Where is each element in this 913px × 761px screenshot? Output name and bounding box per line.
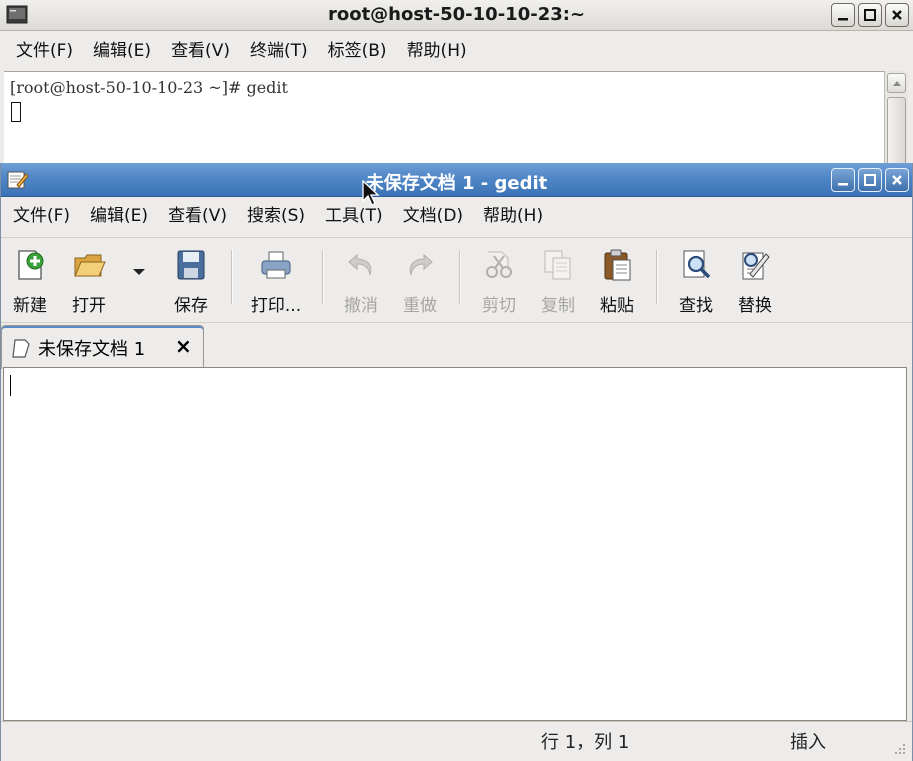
terminal-titlebar[interactable]: root@host-50-10-10-23:~ xyxy=(0,0,913,31)
terminal-menubar: 文件(F) 编辑(E) 查看(V) 终端(T) 标签(B) 帮助(H) xyxy=(6,36,477,66)
undo-label: 撤消 xyxy=(344,296,378,316)
paste-label: 粘贴 xyxy=(600,296,634,316)
document-tab[interactable]: 未保存文档 1 × xyxy=(1,325,204,369)
insert-mode-indicator[interactable]: 插入 xyxy=(790,728,826,754)
tab-close-button[interactable]: × xyxy=(175,334,192,358)
terminal-prompt-line: [root@host-50-10-10-23 ~]# gedit xyxy=(10,78,288,97)
arrow-up-icon xyxy=(892,81,901,86)
undo-button[interactable]: 撤消 xyxy=(333,248,389,316)
paste-button[interactable]: 粘贴 xyxy=(589,248,645,316)
maximize-icon xyxy=(864,9,876,21)
close-icon xyxy=(892,10,902,20)
minimize-icon xyxy=(838,183,848,186)
gedit-minimize-button[interactable] xyxy=(831,168,855,192)
find-icon xyxy=(683,250,711,279)
save-label: 保存 xyxy=(174,296,208,316)
menu-search[interactable]: 搜索(S) xyxy=(237,201,315,231)
close-icon xyxy=(892,175,902,185)
replace-label: 替换 xyxy=(738,296,772,316)
terminal-scrollbar[interactable] xyxy=(884,71,908,175)
find-button[interactable]: 查找 xyxy=(668,248,724,316)
open-recent-dropdown[interactable] xyxy=(129,262,149,282)
terminal-menu-file[interactable]: 文件(F) xyxy=(6,36,83,66)
terminal-menu-view[interactable]: 查看(V) xyxy=(161,36,240,66)
maximize-icon xyxy=(864,174,876,186)
copy-button[interactable]: 复制 xyxy=(530,248,586,316)
gedit-maximize-button[interactable] xyxy=(858,168,882,192)
redo-icon xyxy=(409,253,433,276)
terminal-close-button[interactable] xyxy=(885,3,909,27)
gedit-titlebar[interactable]: 未保存文档 1 - gedit xyxy=(1,163,912,197)
clipboard-icon xyxy=(604,249,631,281)
replace-button[interactable]: 替换 xyxy=(727,248,783,316)
find-label: 查找 xyxy=(679,296,713,316)
minimize-icon xyxy=(838,18,848,21)
open-label: 打开 xyxy=(72,296,106,316)
new-label: 新建 xyxy=(13,296,47,316)
statusbar: 行 1，列 1 插入 xyxy=(1,721,912,761)
document-tab-label: 未保存文档 1 xyxy=(38,339,146,360)
menu-view[interactable]: 查看(V) xyxy=(158,201,237,231)
dropdown-arrow-icon xyxy=(133,269,145,275)
copy-label: 复制 xyxy=(541,296,575,316)
terminal-title: root@host-50-10-10-23:~ xyxy=(327,4,586,25)
scroll-thumb[interactable] xyxy=(887,97,906,173)
open-folder-icon xyxy=(74,254,106,277)
terminal-maximize-button[interactable] xyxy=(858,3,882,27)
terminal-minimize-button[interactable] xyxy=(831,3,855,27)
document-tabbar: 未保存文档 1 × xyxy=(1,323,912,369)
copy-icon xyxy=(544,250,571,280)
print-button[interactable]: 打印... xyxy=(248,248,304,316)
cut-label: 剪切 xyxy=(482,296,516,316)
terminal-output[interactable]: [root@host-50-10-10-23 ~]# gedit xyxy=(4,71,884,175)
printer-icon xyxy=(261,251,291,279)
terminal-menu-edit[interactable]: 编辑(E) xyxy=(83,36,161,66)
terminal-cursor xyxy=(11,102,21,122)
gedit-close-button[interactable] xyxy=(885,168,909,192)
gedit-title: 未保存文档 1 - gedit xyxy=(365,173,548,194)
save-button[interactable]: 保存 xyxy=(163,248,219,316)
scroll-up-button[interactable] xyxy=(887,73,906,93)
cut-button[interactable]: 剪切 xyxy=(471,248,527,316)
redo-button[interactable]: 重做 xyxy=(392,248,448,316)
terminal-window: root@host-50-10-10-23:~ 文件(F) 编辑(E) 查看(V… xyxy=(0,0,913,175)
resize-grip-icon[interactable] xyxy=(890,741,906,757)
gedit-window: 未保存文档 1 - gedit 文件(F) 编辑(E) 查看(V) 搜索(S) … xyxy=(0,163,913,761)
toolbar: 新建 打开 保存 打印... 撤消 重做 剪切 复制 粘贴 查找 替换 xyxy=(1,237,912,323)
document-icon xyxy=(12,339,30,358)
menu-edit[interactable]: 编辑(E) xyxy=(80,201,158,231)
text-editor[interactable] xyxy=(3,367,907,721)
menu-file[interactable]: 文件(F) xyxy=(3,201,80,231)
mouse-pointer-icon xyxy=(362,180,380,206)
undo-icon xyxy=(348,253,372,276)
print-label: 打印... xyxy=(250,296,302,316)
replace-icon xyxy=(742,252,770,280)
redo-label: 重做 xyxy=(403,296,437,316)
scissors-icon xyxy=(486,251,512,278)
menu-help[interactable]: 帮助(H) xyxy=(473,201,553,231)
text-caret xyxy=(10,375,11,396)
terminal-menu-terminal[interactable]: 终端(T) xyxy=(240,36,318,66)
terminal-menu-help[interactable]: 帮助(H) xyxy=(397,36,477,66)
terminal-menu-tabs[interactable]: 标签(B) xyxy=(318,36,397,66)
gedit-menubar: 文件(F) 编辑(E) 查看(V) 搜索(S) 工具(T) 文档(D) 帮助(H… xyxy=(3,201,553,231)
open-button[interactable]: 打开 xyxy=(61,248,117,316)
menu-documents[interactable]: 文档(D) xyxy=(393,201,473,231)
new-document-icon xyxy=(18,250,44,280)
save-icon xyxy=(177,250,205,280)
new-button[interactable]: 新建 xyxy=(2,248,58,316)
cursor-position: 行 1，列 1 xyxy=(541,732,630,753)
